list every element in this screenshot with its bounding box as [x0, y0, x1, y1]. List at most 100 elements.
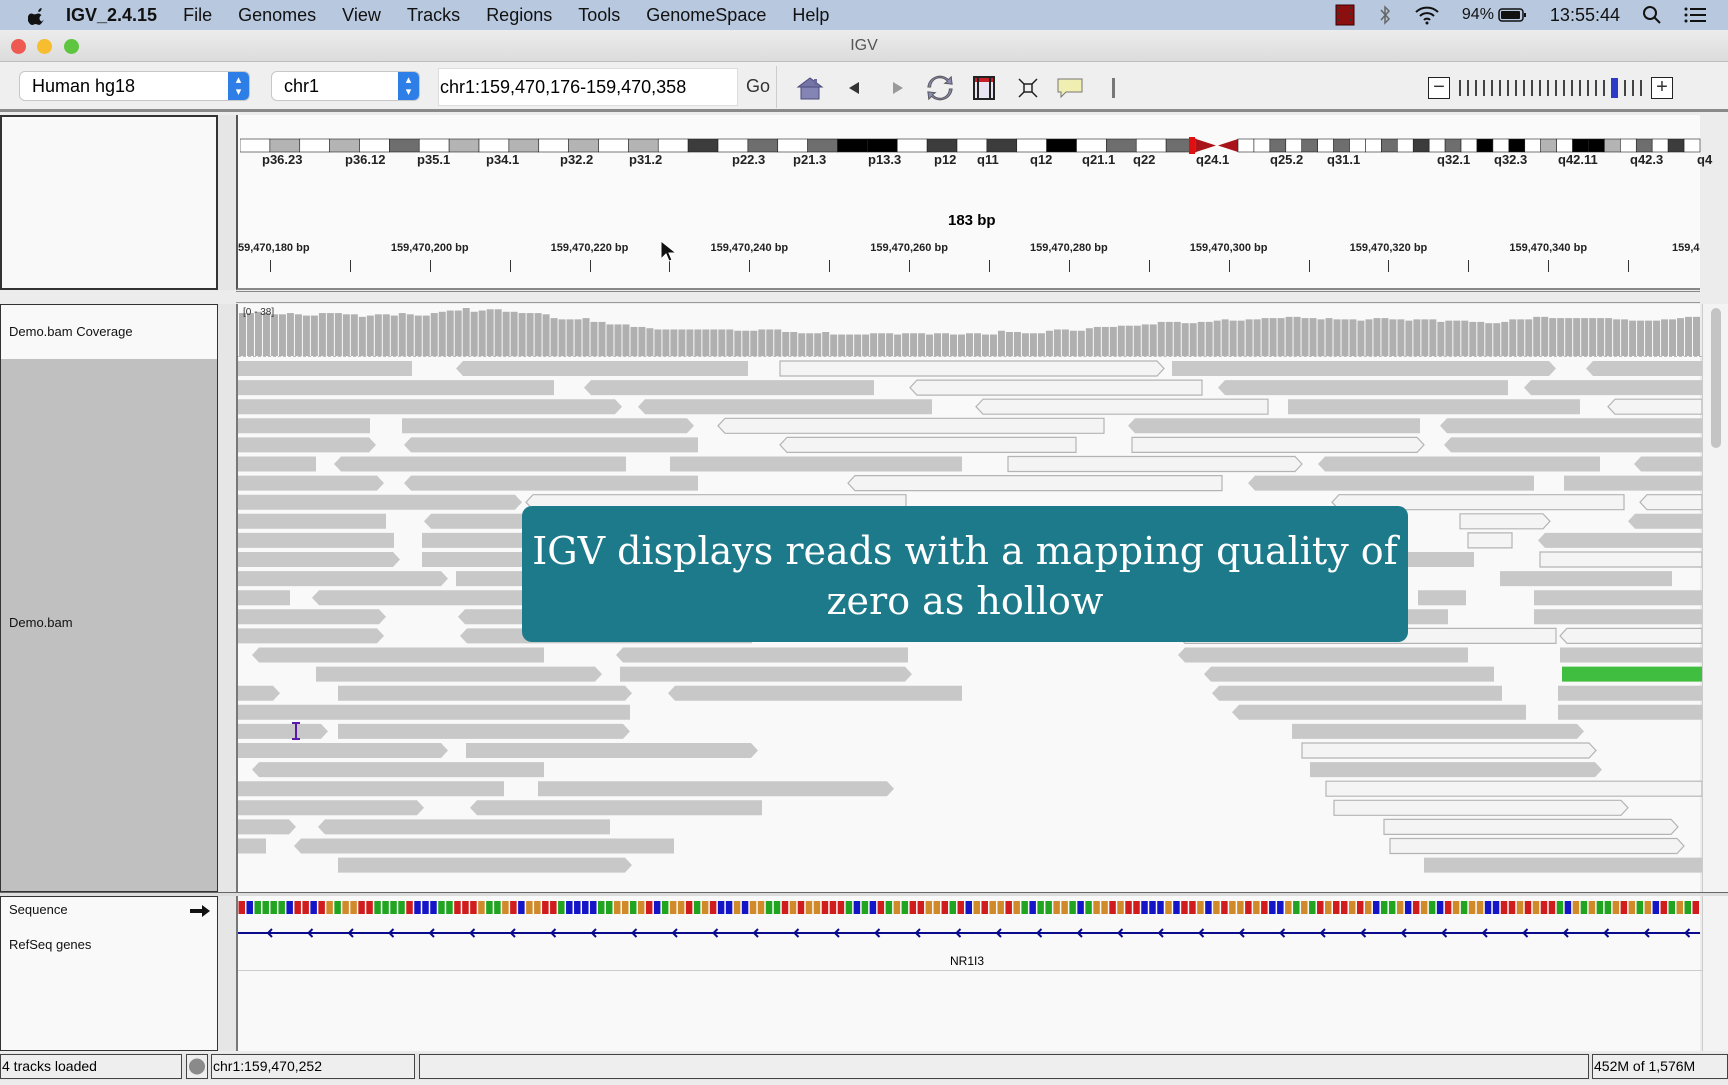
sequence-base	[526, 901, 533, 914]
sequence-base	[757, 901, 765, 914]
zoom-in-button[interactable]: +	[1651, 77, 1673, 99]
apple-menu-icon[interactable]	[28, 5, 48, 25]
coverage-bar	[1613, 319, 1621, 356]
bluetooth-icon[interactable]	[1378, 5, 1392, 25]
menu-tracks[interactable]: Tracks	[407, 5, 460, 26]
clock[interactable]: 13:55:44	[1550, 5, 1620, 26]
sequence-base	[1460, 901, 1468, 914]
sequence-base	[989, 901, 996, 914]
read-mapq-zero	[1383, 818, 1679, 835]
ruler[interactable]	[238, 272, 1702, 284]
home-button[interactable]	[796, 74, 824, 102]
zoom-track[interactable]	[1456, 78, 1645, 98]
ideogram-band	[329, 138, 360, 153]
coverage-bar	[1581, 318, 1589, 356]
sequence-base	[1596, 901, 1604, 914]
spotlight-search-icon[interactable]	[1642, 5, 1662, 25]
zoom-out-button[interactable]: −	[1428, 77, 1450, 99]
ideogram-band	[1572, 138, 1589, 153]
chromosome-dropdown[interactable]: chr1 ▴ ▾	[272, 72, 419, 100]
strand-arrow-icon[interactable]	[189, 904, 211, 918]
sequence-base	[246, 901, 253, 914]
gene-label[interactable]: NR1I3	[950, 954, 984, 968]
sequence-base	[422, 901, 429, 914]
coverage-bar	[1141, 324, 1149, 356]
read	[1128, 418, 1420, 434]
read	[338, 857, 632, 873]
forward-button[interactable]	[884, 74, 912, 102]
back-button[interactable]	[840, 74, 868, 102]
notification-center-icon[interactable]	[1684, 6, 1706, 24]
home-icon	[796, 77, 824, 100]
read-mapq-zero	[1389, 837, 1685, 855]
read-mapq-zero	[1607, 398, 1702, 415]
scrollbar-thumb[interactable]	[1711, 308, 1721, 448]
region-of-interest-button[interactable]	[970, 74, 998, 102]
zoom-slider[interactable]: − +	[1428, 76, 1673, 100]
sequence-base	[326, 901, 333, 914]
read	[1500, 571, 1672, 587]
panel-divider[interactable]	[218, 115, 236, 290]
battery-status[interactable]: 94%	[1462, 6, 1528, 24]
coverage-bar	[1421, 319, 1429, 356]
read	[1444, 437, 1702, 453]
sequence-base	[1269, 901, 1276, 914]
coverage-bar	[1453, 320, 1461, 356]
menu-regions[interactable]: Regions	[486, 5, 552, 26]
panel-divider[interactable]	[218, 896, 236, 1051]
coverage-bar	[582, 318, 590, 356]
sequence-base	[462, 901, 469, 914]
sequence-base	[566, 901, 573, 914]
read	[1440, 418, 1702, 434]
wifi-icon[interactable]	[1414, 5, 1440, 25]
read	[404, 475, 698, 491]
alignment-name-cell[interactable]: Demo.bam	[1, 359, 217, 891]
read	[238, 380, 554, 396]
sequence-track-name[interactable]: Sequence	[9, 902, 68, 917]
popup-info-button[interactable]	[1056, 74, 1084, 102]
coverage-bar	[989, 334, 997, 356]
menu-genomes[interactable]: Genomes	[238, 5, 316, 26]
sequence-base	[382, 901, 389, 914]
read	[338, 685, 632, 701]
menu-tools[interactable]: Tools	[578, 5, 620, 26]
coverage-bar	[1669, 319, 1677, 356]
locus-search-input[interactable]: chr1:159,470,176-159,470,358	[438, 68, 738, 106]
vertical-scrollbar[interactable]	[1702, 304, 1728, 892]
gene-track[interactable]	[238, 925, 1702, 941]
genome-dropdown[interactable]: Human hg18 ▴ ▾	[20, 72, 249, 100]
coverage-name-cell[interactable]: Demo.bam Coverage	[1, 305, 217, 359]
refresh-button[interactable]	[926, 74, 954, 102]
feature-data-panel: NR1I3	[236, 896, 1702, 1051]
sequence-base	[693, 901, 701, 914]
sequence-base	[1213, 901, 1220, 914]
zoom-tick	[1587, 80, 1589, 96]
sequence-base	[406, 901, 413, 914]
coverage-bar	[1429, 319, 1437, 356]
coverage-bar	[1277, 318, 1285, 356]
coverage-bar	[406, 314, 414, 356]
sequence-base	[558, 901, 565, 914]
menu-genomespace[interactable]: GenomeSpace	[646, 5, 766, 26]
resize-to-window-button[interactable]	[1014, 74, 1042, 102]
read	[1218, 380, 1508, 396]
menu-file[interactable]: File	[183, 5, 212, 26]
sequence-base	[262, 901, 269, 914]
refseq-track-name[interactable]: RefSeq genes	[9, 937, 91, 952]
zoom-slider-thumb[interactable]	[1611, 78, 1618, 98]
read	[238, 590, 290, 606]
read-mapq-zero	[909, 379, 1203, 396]
chromosome-ideogram[interactable]	[240, 137, 1704, 157]
sequence-base	[1476, 901, 1484, 914]
read	[238, 609, 386, 625]
read	[1524, 380, 1702, 396]
coverage-track[interactable]	[238, 304, 1702, 358]
menu-app-name[interactable]: IGV_2.4.15	[66, 5, 157, 26]
feature-scrollbar[interactable]	[1702, 896, 1728, 1051]
menu-help[interactable]: Help	[792, 5, 829, 26]
panel-divider[interactable]	[218, 304, 236, 892]
sequence-track[interactable]	[238, 901, 1702, 915]
screen-recording-icon[interactable]	[1334, 4, 1356, 26]
go-button[interactable]: Go	[746, 76, 770, 97]
menu-view[interactable]: View	[342, 5, 381, 26]
